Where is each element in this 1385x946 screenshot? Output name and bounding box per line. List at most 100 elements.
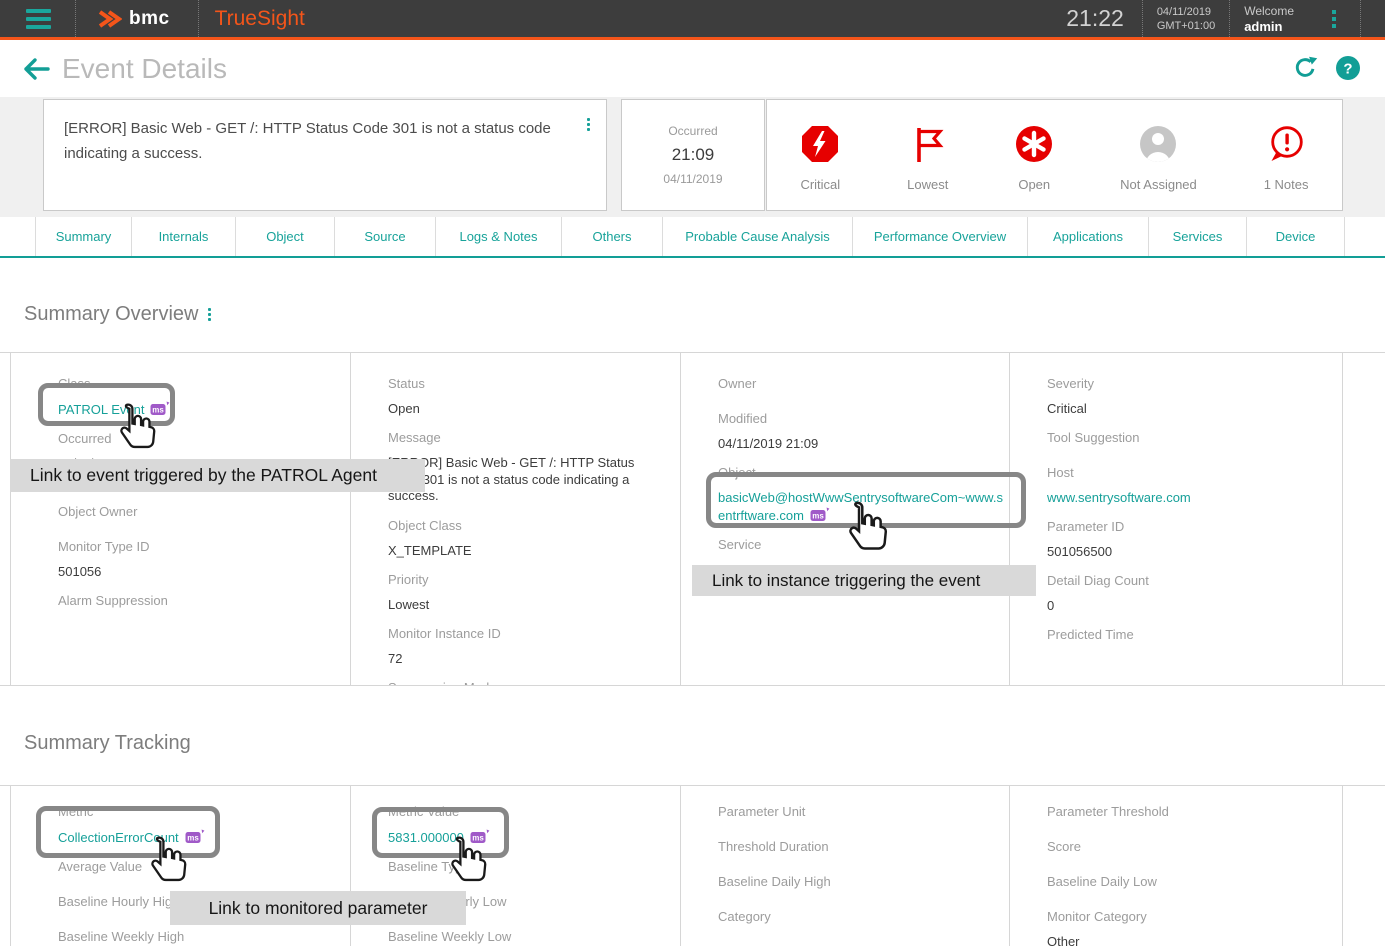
field-monitor-type-id: Monitor Type ID 501056 bbox=[58, 539, 332, 580]
field-score: Score bbox=[1047, 839, 1324, 854]
field-predicted-time: Predicted Time bbox=[1047, 627, 1324, 642]
severity-badge[interactable]: Critical bbox=[800, 125, 840, 192]
tab-logs-notes[interactable]: Logs & Notes bbox=[435, 217, 561, 256]
occurred-box: Occurred 21:09 04/11/2019 bbox=[621, 99, 765, 211]
annotation-callout-patrol: Link to event triggered by the PATROL Ag… bbox=[10, 459, 425, 492]
date: 04/11/2019 bbox=[1157, 5, 1215, 19]
help-icon[interactable]: ? bbox=[1335, 55, 1361, 81]
bmc-chevron-icon bbox=[98, 9, 122, 29]
field-monitor-instance-id: Monitor Instance ID 72 bbox=[388, 626, 662, 667]
tab-summary[interactable]: Summary bbox=[35, 217, 131, 256]
tab-source[interactable]: Source bbox=[334, 217, 435, 256]
user-greeting[interactable]: Welcome admin bbox=[1244, 4, 1294, 34]
clock: 21:22 bbox=[1066, 5, 1124, 32]
host-link[interactable]: www.sentrysoftware.com bbox=[1047, 490, 1324, 506]
topbar-kebab-icon[interactable] bbox=[1332, 10, 1336, 28]
tab-device[interactable]: Device bbox=[1246, 217, 1345, 256]
tab-services[interactable]: Services bbox=[1148, 217, 1246, 256]
back-arrow-icon[interactable] bbox=[22, 57, 50, 81]
truesight-logo: TrueSight bbox=[215, 7, 305, 31]
bmc-logo: bmc bbox=[98, 8, 170, 30]
field-monitor-category: Monitor Category Other bbox=[1047, 909, 1324, 946]
field-metric-value: Metric Value 5831.000000ms bbox=[388, 804, 662, 846]
field-baseline-weekly-low: Baseline Weekly Low bbox=[388, 929, 662, 944]
svg-text:?: ? bbox=[1343, 60, 1352, 77]
open-asterisk-icon bbox=[1015, 125, 1053, 163]
metric-link[interactable]: CollectionErrorCountms bbox=[58, 829, 332, 846]
divider bbox=[1142, 0, 1143, 37]
field-baseline-weekly-high: Baseline Weekly High bbox=[58, 929, 332, 944]
tab-others[interactable]: Others bbox=[561, 217, 662, 256]
section-title: Summary Tracking bbox=[24, 732, 191, 755]
notes-badge[interactable]: 1 Notes bbox=[1264, 125, 1309, 192]
summary-overview-heading: Summary Overview bbox=[24, 302, 1385, 326]
crosslaunch-icon[interactable]: ms bbox=[150, 401, 170, 416]
event-summary-strip: [ERROR] Basic Web - GET /: HTTP Status C… bbox=[0, 97, 1385, 217]
summary-overview-panel: Class PATROL Eventms Occurred 04/11/2019… bbox=[0, 352, 1385, 686]
tab-applications[interactable]: Applications bbox=[1027, 217, 1148, 256]
page-title: Event Details bbox=[62, 53, 227, 85]
metric-value-link[interactable]: 5831.000000ms bbox=[388, 829, 662, 846]
bmc-wordmark: bmc bbox=[129, 8, 170, 30]
event-message-box: [ERROR] Basic Web - GET /: HTTP Status C… bbox=[43, 99, 607, 211]
field-host: Host www.sentrysoftware.com bbox=[1047, 465, 1324, 506]
event-message: [ERROR] Basic Web - GET /: HTTP Status C… bbox=[64, 116, 569, 166]
crosslaunch-icon[interactable]: ms bbox=[470, 829, 490, 844]
person-icon bbox=[1139, 125, 1177, 163]
field-threshold-duration: Threshold Duration bbox=[718, 839, 991, 854]
field-detail-diag-count: Detail Diag Count 0 bbox=[1047, 573, 1324, 614]
class-link[interactable]: PATROL Eventms bbox=[58, 401, 332, 418]
section-title: Summary Overview bbox=[24, 303, 198, 326]
divider bbox=[198, 0, 199, 37]
menu-icon[interactable] bbox=[26, 9, 51, 29]
overview-column-4: Severity Critical Tool Suggestion Host w… bbox=[1010, 353, 1343, 685]
welcome-label: Welcome bbox=[1244, 4, 1294, 19]
tracking-column-4: Parameter Threshold Score Baseline Daily… bbox=[1010, 786, 1343, 946]
timezone: GMT+01:00 bbox=[1157, 19, 1215, 33]
annotation-callout-instance: Link to instance triggering the event bbox=[692, 565, 1036, 596]
event-badges: Critical Lowest Open bbox=[766, 99, 1343, 211]
field-baseline-daily-high: Baseline Daily High bbox=[718, 874, 991, 889]
field-category: Category bbox=[718, 909, 991, 924]
section-menu-icon[interactable] bbox=[208, 308, 211, 321]
event-details-page: bmc TrueSight 21:22 04/11/2019 GMT+01:00… bbox=[0, 0, 1385, 946]
field-object: Object basicWeb@hostWwwSentrysoftwareCom… bbox=[718, 465, 991, 524]
field-service: Service bbox=[718, 537, 991, 552]
crosslaunch-icon[interactable]: ms bbox=[185, 829, 205, 844]
refresh-icon[interactable] bbox=[1292, 54, 1319, 81]
field-severity: Severity Critical bbox=[1047, 376, 1324, 417]
field-message: Message [ERROR] Basic Web - GET /: HTTP … bbox=[388, 430, 662, 505]
object-link[interactable]: basicWeb@hostWwwSentrysoftwareCom~www.se… bbox=[718, 490, 1010, 524]
field-class: Class PATROL Eventms bbox=[58, 376, 332, 418]
critical-octagon-icon bbox=[801, 125, 839, 163]
svg-text:ms: ms bbox=[187, 834, 199, 843]
overview-column-1: Class PATROL Eventms Occurred 04/11/2019… bbox=[10, 353, 351, 685]
occurred-date: 04/11/2019 bbox=[622, 172, 764, 186]
divider bbox=[1360, 0, 1361, 37]
priority-badge[interactable]: Lowest bbox=[907, 125, 948, 192]
field-priority: Priority Lowest bbox=[388, 572, 662, 613]
divider bbox=[75, 0, 76, 37]
tab-probable-cause-analysis[interactable]: Probable Cause Analysis bbox=[662, 217, 852, 256]
svg-text:ms: ms bbox=[472, 834, 484, 843]
field-parameter-threshold: Parameter Threshold bbox=[1047, 804, 1324, 819]
tab-object[interactable]: Object bbox=[235, 217, 334, 256]
crosslaunch-icon[interactable]: ms bbox=[810, 507, 830, 522]
username: admin bbox=[1244, 19, 1294, 34]
tracking-column-3: Parameter Unit Threshold Duration Baseli… bbox=[681, 786, 1010, 946]
tab-performance-overview[interactable]: Performance Overview bbox=[852, 217, 1027, 256]
summary-tracking-heading: Summary Tracking bbox=[24, 731, 1385, 755]
assignee-badge[interactable]: Not Assigned bbox=[1120, 125, 1197, 192]
field-average-value: Average Value bbox=[58, 859, 332, 874]
status-badge[interactable]: Open bbox=[1015, 125, 1053, 192]
field-object-class: Object Class X_TEMPLATE bbox=[388, 518, 662, 559]
note-bubble-icon bbox=[1267, 125, 1305, 163]
page-header: Event Details ? bbox=[0, 40, 1385, 97]
field-status: Status Open bbox=[388, 376, 662, 417]
overview-column-2: Status Open Message [ERROR] Basic Web - … bbox=[351, 353, 681, 685]
tab-internals[interactable]: Internals bbox=[131, 217, 235, 256]
occurred-time: 21:09 bbox=[622, 145, 764, 165]
event-menu-icon[interactable] bbox=[587, 118, 590, 131]
field-metric: Metric CollectionErrorCountms bbox=[58, 804, 332, 846]
field-tool-suggestion: Tool Suggestion bbox=[1047, 430, 1324, 445]
